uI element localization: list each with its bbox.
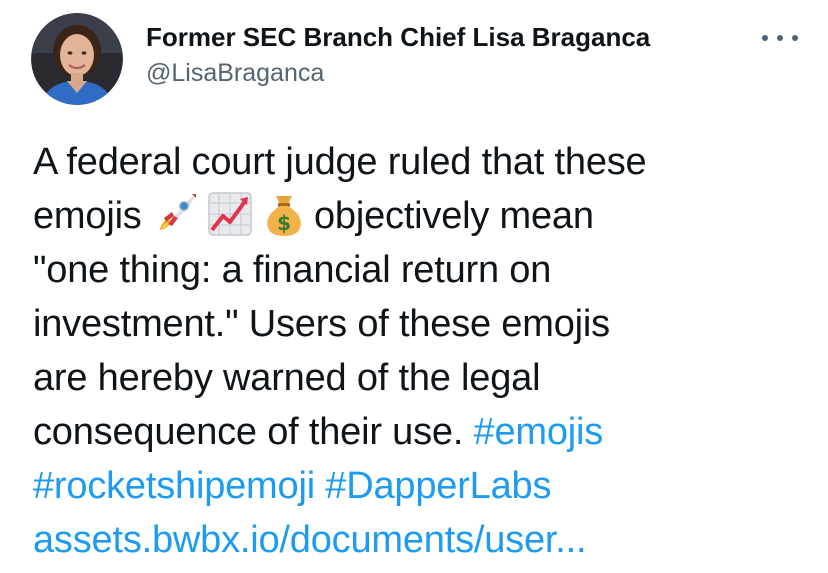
more-options-button[interactable]	[762, 28, 798, 48]
hashtag-link-dapperlabs[interactable]: #DapperLabs	[325, 465, 551, 507]
ellipsis-icon	[777, 35, 783, 41]
author-info: Former SEC Branch Chief Lisa Braganca @L…	[146, 20, 746, 90]
hashtag-link-rocketshipemoji[interactable]: #rocketshipemoji	[33, 465, 315, 507]
tweet-line: #rocketshipemoji #DapperLabs	[33, 459, 813, 513]
tweet-line: investment." Users of these emojis	[33, 303, 610, 345]
tweet-text: A federal court judge ruled that these e…	[33, 135, 813, 567]
tweet-line: consequence of their use. #emojis	[33, 405, 813, 459]
tweet-card: Former SEC Branch Chief Lisa Braganca @L…	[0, 0, 828, 573]
tweet-line: assets.bwbx.io/documents/user...	[33, 513, 813, 567]
author-avatar[interactable]	[31, 13, 123, 105]
tweet-text-segment: consequence of their use.	[33, 411, 474, 453]
tweet-text-segment: emojis	[33, 195, 152, 237]
author-handle[interactable]: @LisaBraganca	[146, 56, 746, 90]
tweet-line: A federal court judge ruled that these	[33, 141, 647, 183]
svg-text:$: $	[277, 211, 291, 235]
author-display-name[interactable]: Former SEC Branch Chief Lisa Braganca	[146, 20, 746, 54]
rocket-emoji-icon	[152, 190, 200, 238]
external-url-link[interactable]: assets.bwbx.io/documents/user...	[33, 519, 587, 561]
tweet-line: are hereby warned of the legal	[33, 357, 541, 399]
chart-increasing-emoji-icon	[206, 190, 254, 238]
tweet-line: "one thing: a financial return on	[33, 249, 552, 291]
ellipsis-icon	[792, 35, 798, 41]
hashtag-link-emojis[interactable]: #emojis	[474, 411, 604, 453]
profile-photo-icon	[31, 13, 123, 105]
ellipsis-icon	[762, 35, 768, 41]
money-bag-emoji-icon: $	[260, 190, 308, 238]
tweet-text-segment: objectively mean	[313, 195, 594, 237]
tweet-line: emojis $ objectively mean	[33, 189, 813, 243]
